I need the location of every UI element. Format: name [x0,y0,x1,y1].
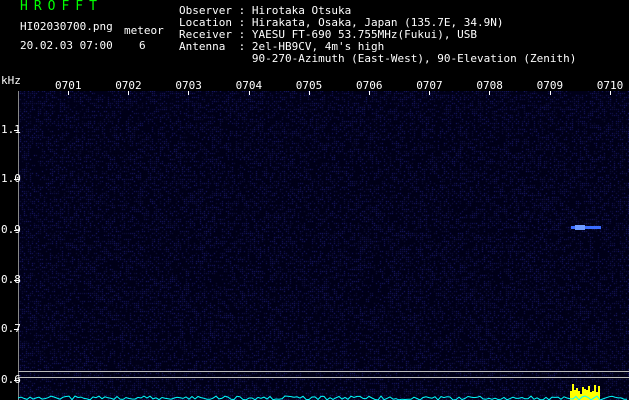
x-tick [248,91,250,95]
reference-line-lower [18,377,629,378]
meteor-count: 6 [139,39,146,52]
meteor-label: meteor [124,24,164,37]
baseline-path [18,395,627,400]
spectrogram-plot [18,91,629,400]
x-tick [429,91,431,95]
reference-line-upper [18,371,629,372]
antenna-orientation-line: 90-270-Azimuth (East-West), 90-Elevation… [179,52,577,65]
x-tick [609,91,611,95]
timestamp-label: 20.02.03 07:00 [20,39,113,52]
spectrogram-noise [18,91,629,400]
y-tick [14,329,19,330]
y-tick [14,230,19,231]
x-tick [128,91,130,95]
y-tick [14,380,19,381]
x-tick [308,91,310,95]
y-axis-unit-label: kHz [1,74,21,87]
x-tick [489,91,491,95]
y-tick [14,179,19,180]
filename-label: HI02030700.png [20,20,113,33]
signal-baseline-trace [18,395,627,400]
meteor-echo-mark [571,225,601,230]
x-tick [549,91,551,95]
app-title: HROFFT [20,0,103,14]
x-tick [68,91,69,95]
x-tick [188,91,190,95]
x-tick [369,91,370,95]
y-axis-line [18,91,19,400]
y-tick [14,280,19,281]
y-tick [14,130,19,131]
